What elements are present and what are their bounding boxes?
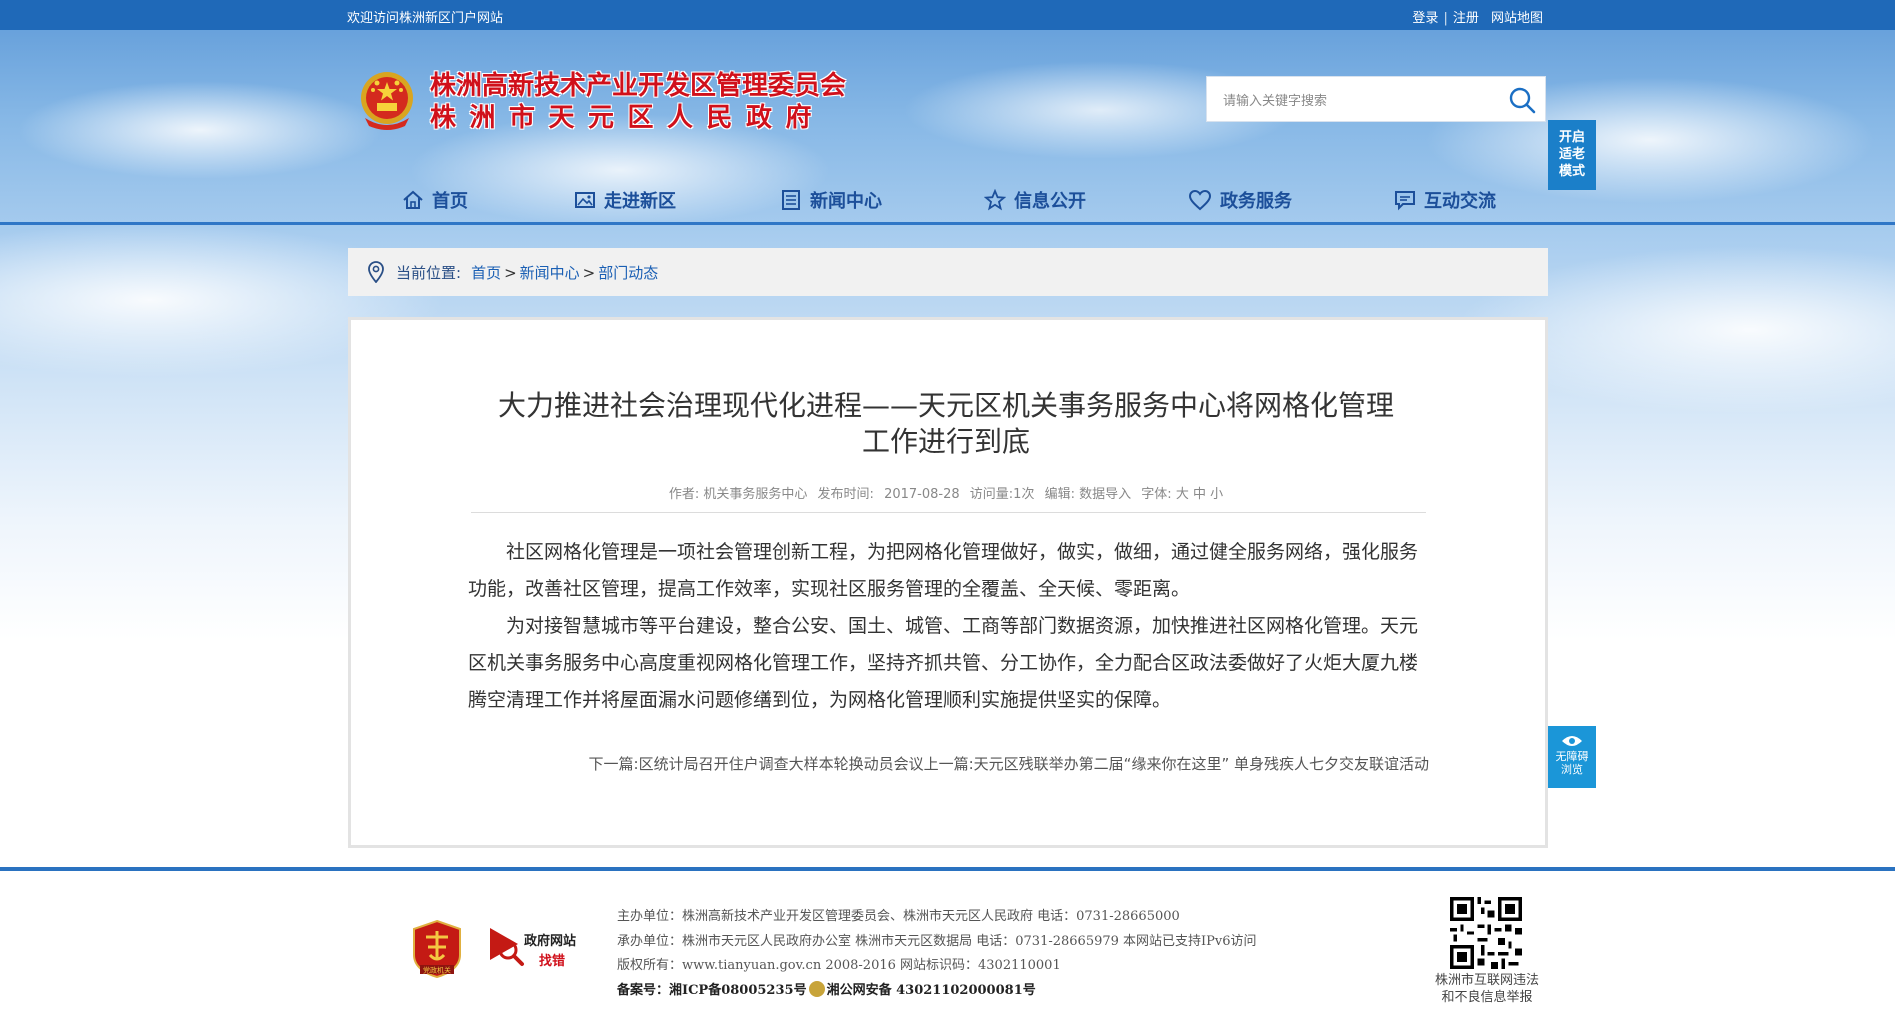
elder-mode-line: 适老 [1558,147,1585,162]
breadcrumb-text: 当前位置: 首页 > 新闻中心 > 部门动态 [396,262,658,283]
article-paragraph: 社区网格化管理是一项社会管理创新工程，为把网格化管理做好，做实，做细，通过健全服… [468,541,1419,600]
meta-editor-label: 编辑: [1044,487,1075,502]
meta-author: 机关事务服务中心 [703,487,808,502]
party-government-badge-icon[interactable]: 党政机关 [412,919,462,979]
breadcrumb-news[interactable]: 新闻中心 [520,264,580,282]
article-body: 社区网格化管理是一项社会管理创新工程，为把网格化管理做好，做实，做细，通过健全服… [468,534,1428,719]
site-title[interactable]: 株洲高新技术产业开发区管理委员会 株洲市天元区人民政府 [430,70,846,134]
nav-label: 新闻中心 [810,191,882,212]
font-small-button[interactable]: 小 [1210,487,1223,502]
eye-icon [1562,736,1582,746]
nav-item-interaction[interactable]: 互动交流 [1394,186,1496,214]
nav-item-services[interactable]: 政务服务 [1188,186,1292,214]
meta-visits: 1次 [1013,487,1035,502]
badge2-line1: 政府网站 [524,934,577,949]
link-separator: | [1443,11,1448,26]
article-card: 大力推进社会治理现代化进程——天元区机关事务服务中心将网格化管理 工作进行到底 … [348,317,1548,848]
accessibility-label-2: 浏览 [1561,763,1583,776]
nav-item-about[interactable]: 走进新区 [574,186,676,214]
article-meta: 作者: 机关事务服务中心 发布时间: 2017-08-28 访问量:1次 编辑:… [446,483,1446,502]
article-title: 大力推进社会治理现代化进程——天元区机关事务服务中心将网格化管理 工作进行到底 [446,388,1446,460]
main-nav: 首页 走进新区 新闻中心 信息公开 政务服务 互动交流 [0,176,1895,224]
search-icon[interactable] [1507,85,1537,115]
gov-site-error-badge[interactable]: 政府网站 找错 [488,924,576,972]
font-large-button[interactable]: 大 [1176,487,1189,502]
meta-author-label: 作者: [668,487,700,502]
accessibility-button[interactable]: 无障碍 浏览 [1548,726,1596,788]
breadcrumb: 当前位置: 首页 > 新闻中心 > 部门动态 [348,248,1548,296]
qr-caption-line2: 和不良信息举报 [1441,990,1533,1005]
footer-organizer: 承办单位：株洲市天元区人民政府办公室 株洲市天元区数据局 电话：0731-286… [617,933,1257,949]
breadcrumb-dept-news[interactable]: 部门动态 [598,264,658,282]
article-title-line2: 工作进行到底 [861,425,1030,458]
badge1-text: 党政机关 [423,966,451,975]
footer-info: 主办单位：株洲高新技术产业开发区管理委员会、株洲市天元区人民政府 电话：0731… [617,905,1257,1003]
nav-label: 走进新区 [604,191,676,212]
chat-icon [1395,191,1415,211]
meta-font-label: 字体: [1141,487,1172,502]
search-input[interactable] [1221,89,1495,113]
star-icon [984,189,1006,211]
top-bar: 欢迎访问株洲新区门户网站 登录 | 注册 网站地图 [0,0,1895,30]
breadcrumb-separator: > [582,264,596,282]
nav-label: 政务服务 [1220,191,1292,212]
font-medium-button[interactable]: 中 [1193,487,1206,502]
nav-divider [0,222,1895,225]
welcome-text: 欢迎访问株洲新区门户网站 [347,11,504,26]
picture-icon [575,192,595,208]
site-title-line1: 株洲高新技术产业开发区管理委员会 [430,71,847,101]
badge2-line2: 找错 [539,954,566,969]
meta-visits-label: 访问量: [969,487,1014,502]
article-title-line1: 大力推进社会治理现代化进程——天元区机关事务服务中心将网格化管理 [497,389,1394,422]
public-security-record-link[interactable]: 湘公网安备 43021102000081号 [827,983,1036,998]
sitemap-link[interactable]: 网站地图 [1491,11,1543,26]
meta-published-label: 发布时间: [817,487,874,502]
login-link[interactable]: 登录 [1412,11,1438,26]
footer-copyright: 版权所有：www.tianyuan.gov.cn 2008-2016 网站标识码… [617,958,1061,973]
register-link[interactable]: 注册 [1453,11,1479,26]
error-report-icon [490,928,524,966]
police-badge-icon [808,980,825,997]
nav-item-news[interactable]: 新闻中心 [780,186,882,214]
nav-label: 首页 [432,191,468,212]
prev-label: 上一篇: [923,755,974,773]
qr-code-icon[interactable] [1450,897,1522,969]
nav-label: 互动交流 [1424,191,1496,212]
newspaper-icon [782,190,800,210]
search-box [1206,76,1546,122]
footer-host: 主办单位：株洲高新技术产业开发区管理委员会、株洲市天元区人民政府 电话：0731… [617,909,1180,924]
heart-icon [1188,189,1212,211]
breadcrumb-label: 当前位置: [396,264,462,282]
meta-published: 2017-08-28 [884,487,960,502]
elder-mode-line: 开启 [1558,130,1585,145]
next-article-link[interactable]: 区统计局召开住户调查大样本轮换动员会议 [639,755,924,773]
nav-label: 信息公开 [1014,191,1086,212]
qr-caption: 株洲市互联网违法 和不良信息举报 [1422,972,1552,1006]
national-emblem-icon[interactable] [355,68,419,132]
article-paragraph: 为对接智慧城市等平台建设，整合公安、国土、城管、工商等部门数据资源，加快推进社区… [468,615,1419,711]
article-navigation: 下一篇:区统计局召开住户调查大样本轮换动员会议上一篇:天元区残联举办第二届“缘来… [446,753,1429,774]
meta-editor: 数据导入 [1079,487,1132,502]
home-icon [403,190,423,209]
breadcrumb-separator: > [504,264,517,282]
site-title-line2: 株洲市天元区人民政府 [430,103,826,133]
qr-caption-line1: 株洲市互联网违法 [1434,973,1539,988]
next-label: 下一篇: [588,755,639,773]
meta-divider [471,512,1426,513]
nav-item-home[interactable]: 首页 [402,186,468,214]
footer-records: 备案号：湘ICP备08005235号 湘公网安备 43021102000081号 [617,979,1257,1004]
prev-article-link[interactable]: 天元区残联举办第二届“缘来你在这里” 单身残疾人七夕交友联谊活动 [974,755,1429,773]
location-pin-icon [368,261,384,283]
icp-record-link[interactable]: 备案号：湘ICP备08005235号 [617,983,807,998]
breadcrumb-home[interactable]: 首页 [471,264,501,282]
top-links: 登录 | 注册 网站地图 [1412,7,1543,26]
nav-item-info[interactable]: 信息公开 [984,186,1086,214]
accessibility-label-1: 无障碍 [1555,750,1589,763]
